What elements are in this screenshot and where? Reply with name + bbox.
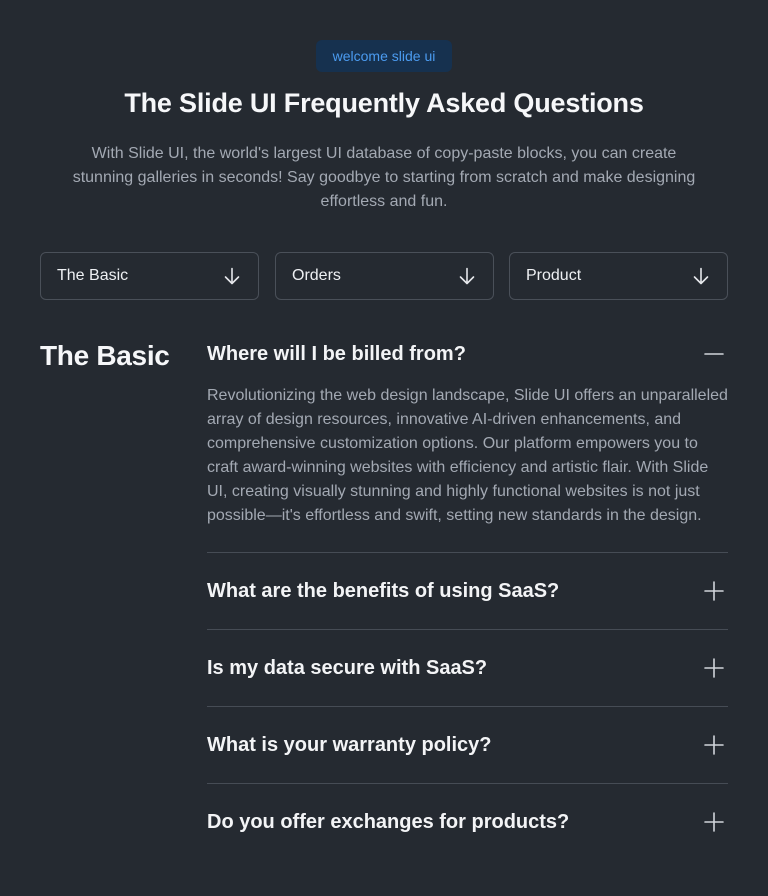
faq-question-text: Where will I be billed from? [207, 342, 466, 365]
faq-item: What is your warranty policy? [207, 707, 728, 784]
faq-question-text: Do you offer exchanges for products? [207, 810, 570, 833]
faq-item: Where will I be billed from? Revolutioni… [207, 330, 728, 553]
filter-label: Orders [292, 267, 341, 284]
arrow-down-icon [224, 267, 240, 285]
category-filters: The Basic Orders Product [40, 252, 728, 300]
faq-question-text: What is your warranty policy? [207, 733, 492, 756]
faq-item: Is my data secure with SaaS? [207, 630, 728, 707]
faq-list: Where will I be billed from? Revolutioni… [207, 330, 728, 860]
faq-item: Do you offer exchanges for products? [207, 784, 728, 860]
arrow-down-icon [693, 267, 709, 285]
faq-item: What are the benefits of using SaaS? [207, 553, 728, 630]
faq-question[interactable]: Is my data secure with SaaS? [207, 630, 728, 706]
filter-product[interactable]: Product [509, 252, 728, 300]
faq-question-text: Is my data secure with SaaS? [207, 656, 488, 679]
faq-answer: Revolutionizing the web design landscape… [207, 387, 728, 524]
filter-label: Product [526, 267, 582, 284]
page-title: The Slide UI Frequently Asked Questions [124, 88, 644, 118]
plus-icon[interactable] [702, 656, 726, 680]
section-title: The Basic [40, 340, 170, 371]
filter-orders[interactable]: Orders [275, 252, 494, 300]
faq-question[interactable]: Do you offer exchanges for products? [207, 784, 728, 860]
minus-icon[interactable] [702, 342, 726, 366]
faq-question[interactable]: Where will I be billed from? [207, 330, 728, 378]
faq-question[interactable]: What are the benefits of using SaaS? [207, 553, 728, 629]
page-subtitle: With Slide UI, the world's largest UI da… [72, 145, 696, 210]
plus-icon[interactable] [702, 810, 726, 834]
filter-the-basic[interactable]: The Basic [40, 252, 259, 300]
arrow-down-icon [459, 267, 475, 285]
plus-icon[interactable] [702, 733, 726, 757]
faq-question[interactable]: What is your warranty policy? [207, 707, 728, 783]
filter-label: The Basic [57, 267, 129, 284]
plus-icon[interactable] [702, 579, 726, 603]
welcome-badge: welcome slide ui [316, 40, 452, 72]
faq-question-text: What are the benefits of using SaaS? [207, 579, 560, 602]
